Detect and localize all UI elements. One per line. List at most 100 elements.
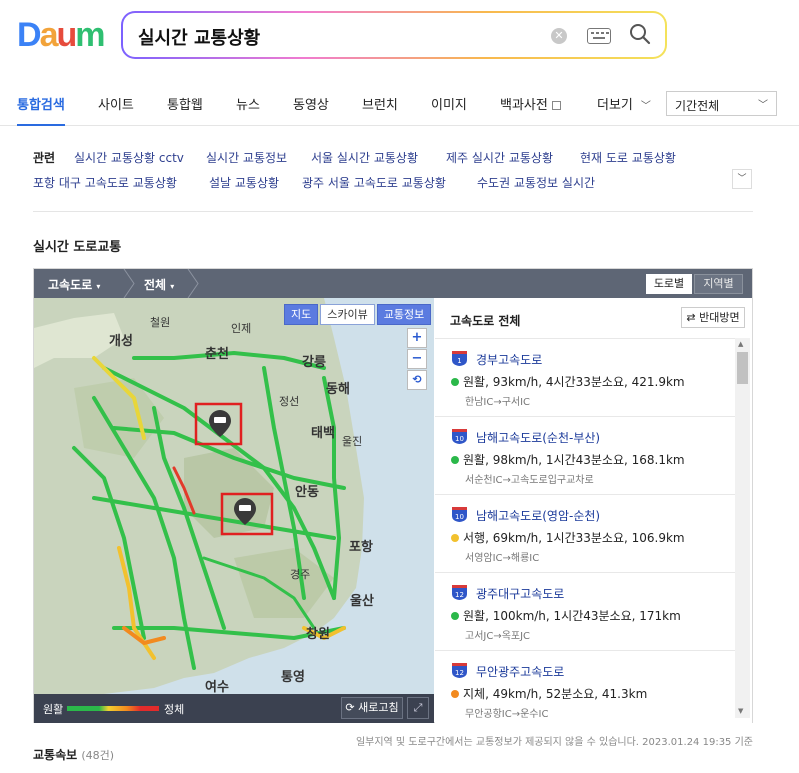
highway-route: 고서JC→옥포JC bbox=[465, 631, 531, 642]
view-by-road[interactable]: 도로별 bbox=[646, 274, 692, 294]
tab-news[interactable]: 뉴스 bbox=[236, 94, 260, 113]
tab-more[interactable]: 더보기 ﹀ bbox=[597, 94, 651, 113]
zoom-in-button[interactable]: + bbox=[407, 328, 427, 348]
daum-logo[interactable]: Daum bbox=[17, 18, 106, 52]
map-label: 태백 bbox=[311, 426, 335, 441]
map-label: 강릉 bbox=[302, 355, 326, 370]
tab-dictionary[interactable]: 백과사전 bbox=[500, 94, 561, 113]
legend-smooth: 원활 bbox=[43, 703, 64, 716]
map-label: 정선 bbox=[279, 395, 300, 408]
highway-shield-icon: 10 bbox=[452, 507, 467, 522]
highway-item[interactable]: 12 무안광주고속도로 지체, 49km/h, 52분소요, 41.3km 무안… bbox=[435, 650, 735, 728]
highway-number: 12 bbox=[455, 669, 464, 677]
highway-item[interactable]: 1 경부고속도로 원활, 93km/h, 4시간33분소요, 421.9km 한… bbox=[435, 338, 735, 416]
clear-icon[interactable]: ✕ bbox=[551, 28, 567, 44]
search-box[interactable]: 실시간 교통상황 ✕ bbox=[121, 11, 667, 59]
search-input[interactable]: 실시간 교통상황 bbox=[138, 24, 260, 50]
map-label: 동해 bbox=[326, 382, 350, 397]
tab-more-label: 더보기 bbox=[597, 98, 633, 113]
rotate-icon[interactable]: ⟲ bbox=[407, 370, 427, 390]
breadcrumb-separator-icon bbox=[187, 269, 199, 298]
related-link[interactable]: 제주 실시간 교통상황 bbox=[446, 149, 553, 166]
traffic-map[interactable]: 개성 철원 인제 춘천 강릉 동해 정선 태백 울진 안동 포항 울산 창원 통… bbox=[34, 298, 434, 723]
keyboard-icon[interactable] bbox=[587, 28, 611, 44]
related-link[interactable]: 포항 대구 고속도로 교통상황 bbox=[33, 174, 177, 191]
map-label: 여수 bbox=[205, 680, 229, 695]
scroll-down-icon[interactable]: ▼ bbox=[738, 707, 743, 715]
map-mode-skyview[interactable]: 스카이뷰 bbox=[320, 304, 375, 325]
highway-name[interactable]: 광주대구고속도로 bbox=[476, 585, 564, 602]
scroll-up-icon[interactable]: ▲ bbox=[738, 340, 743, 348]
breadcrumb-highway-label: 고속도로 bbox=[48, 278, 93, 292]
related-link[interactable]: 수도권 교통정보 실시간 bbox=[477, 174, 595, 191]
status-dot-icon bbox=[451, 378, 459, 386]
breadcrumb-highway[interactable]: 고속도로 ▾ bbox=[48, 276, 100, 293]
highway-route: 무안공항IC→운수IC bbox=[465, 709, 549, 720]
status-dot-icon bbox=[451, 690, 459, 698]
breadcrumb-all[interactable]: 전체 ▾ bbox=[144, 276, 174, 293]
chevron-down-icon: ﹀ bbox=[758, 100, 768, 111]
refresh-button[interactable]: ⟳ 새로고침 bbox=[341, 697, 403, 719]
highway-status-text: 지체, 49km/h, 52분소요, 41.3km bbox=[463, 687, 648, 701]
section-title: 실시간 도로교통 bbox=[33, 240, 122, 255]
highway-name[interactable]: 경부고속도로 bbox=[476, 351, 542, 368]
related-searches: 관련 실시간 교통상황 cctv 실시간 교통정보 서울 실시간 교통상황 제주… bbox=[33, 148, 753, 212]
reverse-direction-button[interactable]: ⇄ 반대방면 bbox=[681, 307, 745, 328]
highway-item[interactable]: 10 남해고속도로(순천-부산) 원활, 98km/h, 1시간43분소요, 1… bbox=[435, 416, 735, 494]
map-label: 인제 bbox=[231, 322, 252, 335]
scroll-thumb[interactable] bbox=[737, 352, 748, 384]
map-mode-map[interactable]: 지도 bbox=[284, 304, 319, 325]
highway-status-text: 서행, 69km/h, 1시간33분소요, 106.9km bbox=[463, 531, 685, 545]
tab-dictionary-label: 백과사전 bbox=[500, 98, 548, 113]
zoom-out-button[interactable]: − bbox=[407, 349, 427, 369]
status-dot-icon bbox=[451, 456, 459, 464]
related-link[interactable]: 실시간 교통정보 bbox=[206, 149, 287, 166]
related-link[interactable]: 서울 실시간 교통상황 bbox=[311, 149, 418, 166]
chevron-down-icon: ﹀ bbox=[640, 101, 651, 112]
tab-video[interactable]: 동영상 bbox=[293, 94, 329, 113]
highway-status: 지체, 49km/h, 52분소요, 41.3km bbox=[451, 685, 647, 702]
breadcrumb-all-label: 전체 bbox=[144, 278, 167, 292]
highway-item[interactable]: 12 광주대구고속도로 원활, 100km/h, 1시간43분소요, 171km… bbox=[435, 572, 735, 650]
period-label: 기간전체 bbox=[675, 99, 720, 113]
related-link[interactable]: 실시간 교통상황 cctv bbox=[74, 149, 184, 166]
period-select[interactable]: 기간전체 ﹀ bbox=[666, 91, 777, 116]
highway-name[interactable]: 남해고속도로(순천-부산) bbox=[476, 429, 600, 446]
view-by-region[interactable]: 지역별 bbox=[694, 274, 743, 294]
map-footer: 원활 정체 ⟳ 새로고침 ⤢ bbox=[34, 694, 434, 723]
alerts-count: (48건) bbox=[81, 749, 115, 762]
map-mode-buttons: 지도 스카이뷰 교통정보 bbox=[284, 304, 432, 325]
map-label: 울진 bbox=[342, 435, 363, 448]
search-icon[interactable] bbox=[629, 23, 651, 45]
related-link[interactable]: 현재 도로 교통상황 bbox=[580, 149, 676, 166]
tab-brunch[interactable]: 브런치 bbox=[362, 94, 398, 113]
tab-integrated[interactable]: 통합검색 bbox=[17, 94, 65, 126]
chevron-down-icon[interactable]: ﹀ bbox=[732, 169, 752, 189]
highway-item[interactable]: 10 남해고속도로(영암-순천) 서행, 69km/h, 1시간33분소요, 1… bbox=[435, 494, 735, 572]
tab-image[interactable]: 이미지 bbox=[431, 94, 467, 113]
expand-icon[interactable]: ⤢ bbox=[407, 697, 429, 719]
map-label: 춘천 bbox=[205, 347, 229, 362]
header: Daum 실시간 교통상황 ✕ bbox=[0, 0, 799, 80]
tab-web[interactable]: 통합웹 bbox=[167, 94, 203, 113]
related-link[interactable]: 광주 서울 고속도로 교통상황 bbox=[302, 174, 446, 191]
highway-shield-icon: 12 bbox=[452, 663, 467, 678]
map-mode-traffic[interactable]: 교통정보 bbox=[376, 304, 432, 325]
highway-shield-icon: 1 bbox=[452, 351, 467, 366]
tab-site[interactable]: 사이트 bbox=[98, 94, 134, 113]
map-label: 울산 bbox=[350, 594, 374, 609]
breadcrumb-separator-icon bbox=[123, 269, 135, 298]
panel-scrollbar[interactable]: ▲ ▼ bbox=[735, 338, 750, 718]
panel-title: 고속도로 전체 bbox=[450, 314, 521, 328]
highway-panel: 고속도로 전체 ⇄ 반대방면 1 경부고속도로 원활, 93km/h, 4시간3… bbox=[435, 298, 752, 723]
checkbox-icon[interactable] bbox=[551, 101, 561, 110]
highway-name[interactable]: 무안광주고속도로 bbox=[476, 663, 564, 680]
reverse-label: 반대방면 bbox=[699, 311, 740, 324]
highway-name[interactable]: 남해고속도로(영암-순천) bbox=[476, 507, 600, 524]
related-link[interactable]: 설날 교통상황 bbox=[209, 174, 279, 191]
traffic-alerts-title[interactable]: 교통속보 (48건) bbox=[33, 746, 114, 763]
highway-status: 원활, 93km/h, 4시간33분소요, 421.9km bbox=[451, 373, 685, 390]
highway-shield-icon: 10 bbox=[452, 429, 467, 444]
highway-status: 원활, 98km/h, 1시간43분소요, 168.1km bbox=[451, 451, 685, 468]
status-dot-icon bbox=[451, 534, 459, 542]
